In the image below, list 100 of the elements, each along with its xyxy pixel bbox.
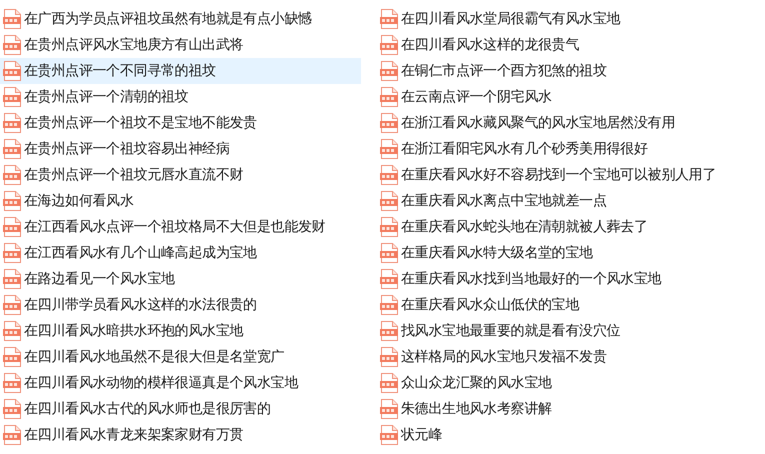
video-file-icon — [380, 87, 398, 107]
video-file-icon — [3, 9, 21, 29]
file-name: 在浙江看风水藏风聚气的风水宝地居然没有用 — [401, 116, 676, 130]
file-item[interactable]: 在浙江看阳宅风水有几个砂秀美用得很好 — [378, 136, 753, 162]
file-item[interactable]: 在重庆看风水蛇头地在清朝就被人葬去了 — [378, 214, 753, 240]
file-item[interactable]: 在贵州点评风水宝地庚方有山出武将 — [0, 32, 361, 58]
file-name: 在重庆看风水离点中宝地就差一点 — [401, 194, 607, 208]
file-item[interactable]: 在四川看风水这样的龙很贵气 — [378, 32, 753, 58]
file-name: 在江西看风水点评一个祖坟格局不大但是也能发财 — [24, 220, 326, 234]
video-file-icon — [380, 191, 398, 211]
video-file-icon — [3, 217, 21, 237]
video-file-icon — [380, 113, 398, 133]
file-name: 在海边如何看风水 — [24, 194, 134, 208]
file-name: 在重庆看风水好不容易找到一个宝地可以被别人用了 — [401, 168, 716, 182]
video-file-icon — [380, 217, 398, 237]
file-item[interactable]: 在四川看风水地虽然不是很大但是名堂宽广 — [0, 344, 361, 370]
video-file-icon — [380, 269, 398, 289]
file-item[interactable]: 在铜仁市点评一个酉方犯煞的祖坟 — [378, 58, 753, 84]
video-file-icon — [3, 269, 21, 289]
file-item[interactable]: 朱德出生地风水考察讲解 — [378, 396, 753, 422]
video-file-icon — [380, 61, 398, 81]
video-file-icon — [380, 139, 398, 159]
file-item[interactable]: 在重庆看风水特大级名堂的宝地 — [378, 240, 753, 266]
file-name: 在铜仁市点评一个酉方犯煞的祖坟 — [401, 64, 607, 78]
file-item[interactable]: 找风水宝地最重要的就是看有没穴位 — [378, 318, 753, 344]
file-item[interactable]: 在广西为学员点评祖坟虽然有地就是有点小缺憾 — [0, 6, 361, 32]
file-item[interactable]: 这样格局的风水宝地只发福不发贵 — [378, 344, 753, 370]
video-file-icon — [3, 113, 21, 133]
file-name: 在四川看风水暗拱水环抱的风水宝地 — [24, 324, 244, 338]
video-file-icon — [3, 373, 21, 393]
video-file-icon — [380, 9, 398, 29]
video-file-icon — [3, 243, 21, 263]
video-file-icon — [380, 165, 398, 185]
file-name: 在云南点评一个阴宅风水 — [401, 90, 552, 104]
video-file-icon — [380, 243, 398, 263]
file-name: 朱德出生地风水考察讲解 — [401, 402, 552, 416]
file-name: 众山众龙汇聚的风水宝地 — [401, 376, 552, 390]
file-item[interactable]: 在江西看风水有几个山峰高起成为宝地 — [0, 240, 361, 266]
file-item[interactable]: 在贵州点评一个不同寻常的祖坟 — [0, 58, 361, 84]
file-name: 在四川带学员看风水这样的水法很贵的 — [24, 298, 257, 312]
file-name: 在贵州点评一个清朝的祖坟 — [24, 90, 188, 104]
file-item[interactable]: 在贵州点评一个祖坟容易出神经病 — [0, 136, 361, 162]
file-item[interactable]: 在路边看见一个风水宝地 — [0, 266, 361, 292]
file-name: 在四川看风水动物的模样很逼真是个风水宝地 — [24, 376, 298, 390]
file-item[interactable]: 在四川带学员看风水这样的水法很贵的 — [0, 292, 361, 318]
file-name: 在贵州点评一个祖坟不是宝地不能发贵 — [24, 116, 257, 130]
file-name: 在四川看风水地虽然不是很大但是名堂宽广 — [24, 350, 284, 364]
video-file-icon — [380, 425, 398, 445]
file-item[interactable]: 在云南点评一个阴宅风水 — [378, 84, 753, 110]
file-item[interactable]: 在四川看风水古代的风水师也是很厉害的 — [0, 396, 361, 422]
file-item[interactable]: 众山众龙汇聚的风水宝地 — [378, 370, 753, 396]
video-file-icon — [380, 35, 398, 55]
file-item[interactable]: 在四川看风水堂局很霸气有风水宝地 — [378, 6, 753, 32]
video-file-icon — [3, 347, 21, 367]
video-file-icon — [3, 399, 21, 419]
file-name: 在重庆看风水众山低伏的宝地 — [401, 298, 580, 312]
file-item[interactable]: 在重庆看风水好不容易找到一个宝地可以被别人用了 — [378, 162, 753, 188]
file-name: 找风水宝地最重要的就是看有没穴位 — [401, 324, 620, 338]
file-name: 状元峰 — [401, 428, 442, 442]
video-file-icon — [380, 399, 398, 419]
file-name: 在广西为学员点评祖坟虽然有地就是有点小缺憾 — [24, 12, 312, 26]
video-file-icon — [380, 373, 398, 393]
file-item[interactable]: 在贵州点评一个祖坟不是宝地不能发贵 — [0, 110, 361, 136]
file-name: 在贵州点评一个不同寻常的祖坟 — [24, 64, 216, 78]
file-name: 在四川看风水这样的龙很贵气 — [401, 38, 580, 52]
file-item[interactable]: 在贵州点评一个清朝的祖坟 — [0, 84, 361, 110]
video-file-icon — [3, 35, 21, 55]
file-name: 在贵州点评一个祖坟元唇水直流不财 — [24, 168, 244, 182]
file-item[interactable]: 在浙江看风水藏风聚气的风水宝地居然没有用 — [378, 110, 753, 136]
file-name: 在四川看风水古代的风水师也是很厉害的 — [24, 402, 271, 416]
file-item[interactable]: 在四川看风水动物的模样很逼真是个风水宝地 — [0, 370, 361, 396]
video-file-icon — [3, 191, 21, 211]
file-name: 在四川看风水堂局很霸气有风水宝地 — [401, 12, 620, 26]
file-name: 在重庆看风水特大级名堂的宝地 — [401, 246, 593, 260]
file-name: 这样格局的风水宝地只发福不发贵 — [401, 350, 607, 364]
file-item[interactable]: 在重庆看风水离点中宝地就差一点 — [378, 188, 753, 214]
video-file-icon — [380, 347, 398, 367]
file-item[interactable]: 在四川看风水青龙来架案家财有万贯 — [0, 422, 361, 448]
video-file-icon — [3, 165, 21, 185]
video-file-icon — [3, 295, 21, 315]
file-item[interactable]: 在江西看风水点评一个祖坟格局不大但是也能发财 — [0, 214, 361, 240]
video-file-icon — [380, 295, 398, 315]
video-file-icon — [380, 321, 398, 341]
file-item[interactable]: 在重庆看风水众山低伏的宝地 — [378, 292, 753, 318]
video-file-icon — [3, 87, 21, 107]
video-file-icon — [3, 321, 21, 341]
video-file-icon — [3, 139, 21, 159]
file-name: 在重庆看风水找到当地最好的一个风水宝地 — [401, 272, 662, 286]
file-name: 在浙江看阳宅风水有几个砂秀美用得很好 — [401, 142, 648, 156]
file-item[interactable]: 在重庆看风水找到当地最好的一个风水宝地 — [378, 266, 753, 292]
file-item[interactable]: 状元峰 — [378, 422, 753, 448]
file-name: 在贵州点评风水宝地庚方有山出武将 — [24, 38, 244, 52]
file-item[interactable]: 在海边如何看风水 — [0, 188, 361, 214]
file-item[interactable]: 在贵州点评一个祖坟元唇水直流不财 — [0, 162, 361, 188]
file-name: 在重庆看风水蛇头地在清朝就被人葬去了 — [401, 220, 648, 234]
file-name: 在江西看风水有几个山峰高起成为宝地 — [24, 246, 257, 260]
file-item[interactable]: 在四川看风水暗拱水环抱的风水宝地 — [0, 318, 361, 344]
video-file-icon — [3, 425, 21, 445]
file-name: 在四川看风水青龙来架案家财有万贯 — [24, 428, 244, 442]
file-name: 在路边看见一个风水宝地 — [24, 272, 175, 286]
